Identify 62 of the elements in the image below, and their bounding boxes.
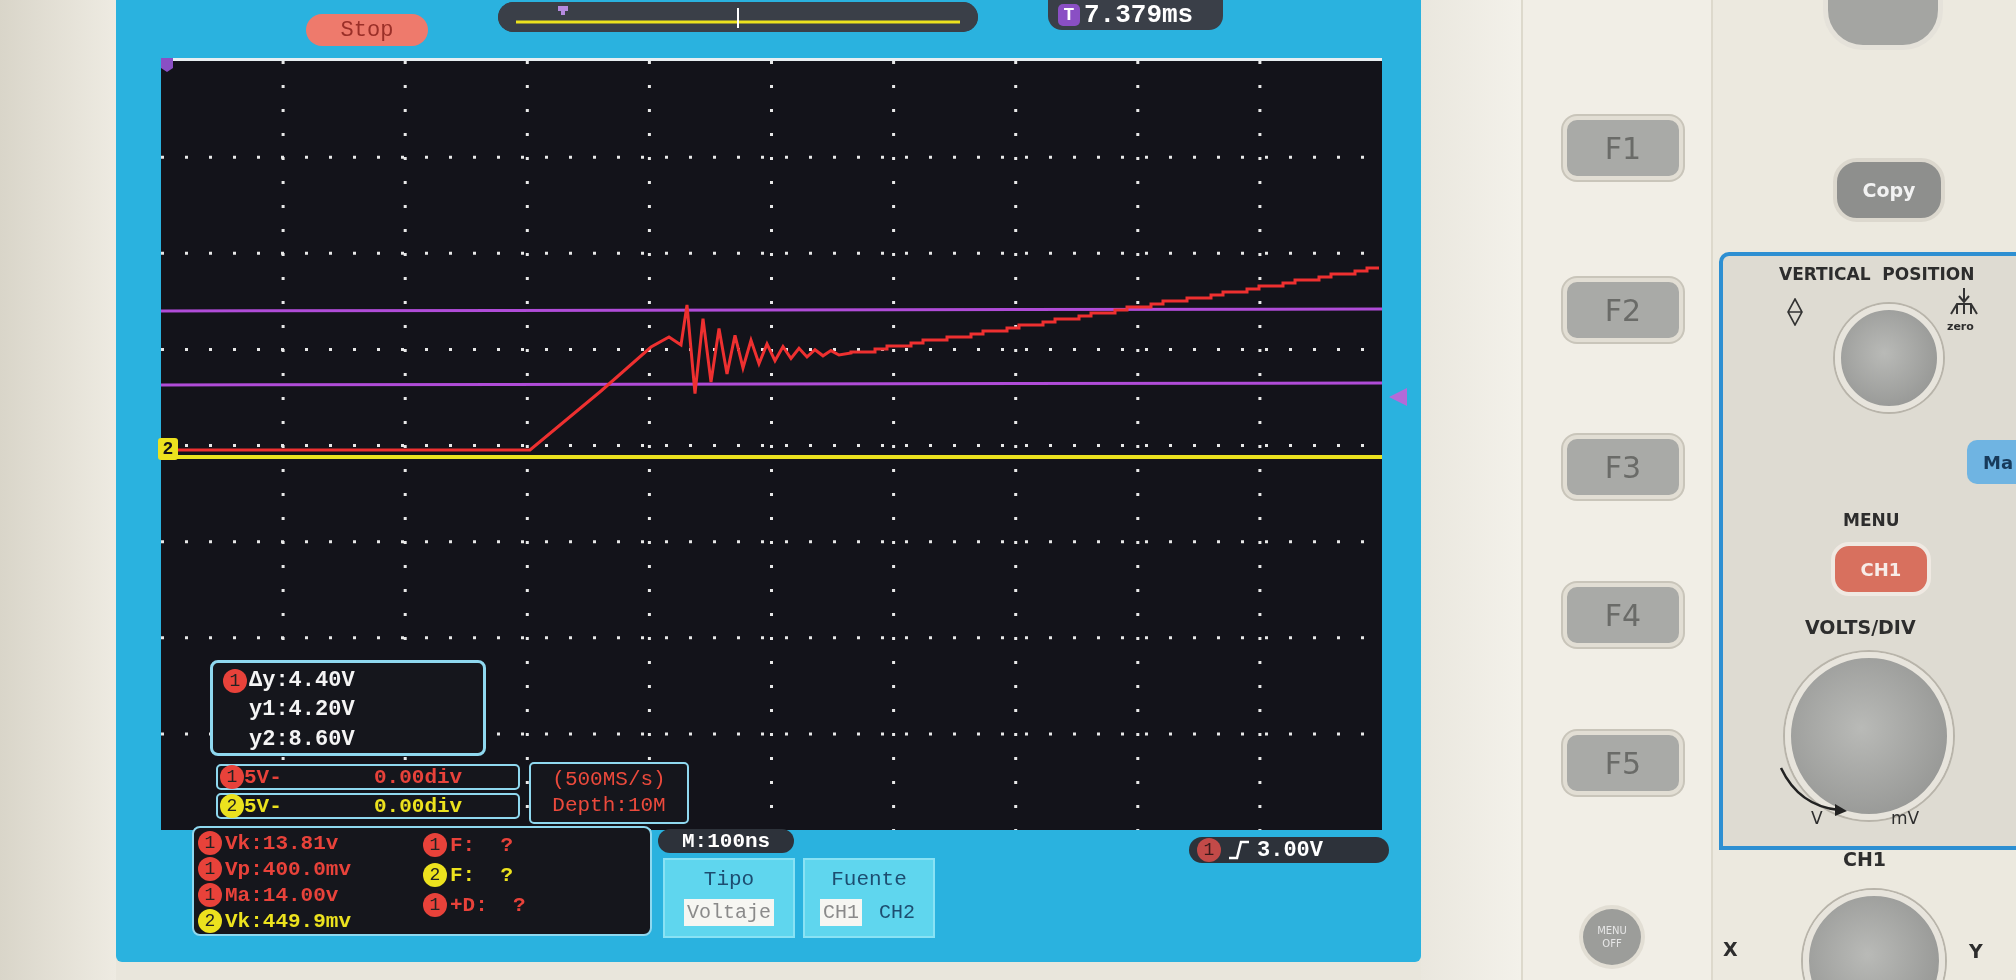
channel-badge: 1 — [1197, 838, 1221, 862]
channel-badge: 1 — [198, 831, 222, 855]
measurement-value: Vp:400.0mv — [225, 857, 352, 881]
channel-badge: 2 — [220, 794, 244, 818]
menu-tab[interactable]: Tipo Voltaje — [663, 858, 795, 938]
zero-label: zero — [1947, 320, 1974, 333]
function-key[interactable]: F4 — [1563, 583, 1683, 647]
level-marker-icon — [1389, 388, 1407, 406]
marker-icon — [161, 58, 173, 72]
menu-tab[interactable]: Fuente CH1 CH2 — [803, 858, 935, 938]
menu-title: Tipo — [703, 868, 755, 891]
up-down-icon — [1787, 298, 1803, 326]
menu-option[interactable]: CH2 — [876, 899, 918, 926]
timebase-readout: M:100ns — [658, 829, 795, 853]
volts-div-label: VOLTS/DIV — [1805, 616, 1916, 638]
rising-edge-icon — [1229, 840, 1249, 860]
channel-badge: 1 — [423, 833, 447, 857]
millivolts-label: mV — [1891, 808, 1920, 828]
measurement-value: Vk:449.9mv — [225, 909, 352, 933]
channel-label: CH1 — [1843, 848, 1887, 870]
menu-label: MENU — [1843, 510, 1900, 530]
measurement-value: Vk:13.81v — [225, 831, 339, 855]
channel-badge: 2 — [198, 909, 222, 933]
menu-option[interactable]: Voltaje — [684, 899, 774, 926]
channel-badge: 1 — [220, 765, 244, 789]
sample-rate: (500MS/s) — [552, 767, 666, 793]
channel-badge: 1 — [423, 893, 447, 917]
trigger-badge: T — [1058, 4, 1080, 26]
function-key[interactable]: F5 — [1563, 731, 1683, 795]
channel-badge: 1 — [223, 668, 247, 693]
memory-depth: Depth:10M — [552, 793, 666, 819]
channel-menu-button[interactable]: CH1 — [1831, 542, 1931, 596]
channel-badge: 2 — [423, 863, 447, 887]
copy-button[interactable]: Copy — [1833, 158, 1945, 222]
channel-badge: 1 — [198, 857, 222, 881]
volts-per-div: 5V- — [244, 765, 283, 789]
channel-offset: 0.00div — [374, 765, 463, 789]
measurement-value: +D: ? — [450, 893, 526, 917]
menu-option[interactable]: CH1 — [820, 899, 862, 926]
panel-label: VERTICAL POSITION — [1779, 264, 1975, 284]
measurement-value: F: ? — [450, 863, 513, 887]
math-button[interactable]: Ma — [1967, 440, 2016, 484]
x-label: X — [1723, 938, 1738, 960]
function-key[interactable]: F1 — [1563, 116, 1683, 180]
menu-off-button[interactable]: MENU OFF — [1579, 905, 1645, 969]
measurement-value: F: ? — [450, 833, 513, 857]
trigger-level: 3.00V — [1257, 837, 1323, 863]
channel-offset: 0.00div — [374, 794, 463, 818]
cursor-value: Δy:4.40V — [249, 668, 355, 694]
volts-per-div: 5V- — [244, 794, 283, 818]
function-key[interactable]: F2 — [1563, 278, 1683, 342]
menu-title: Fuente — [831, 868, 907, 891]
measurement-value: Ma:14.00v — [225, 883, 339, 907]
cursor-value: y2:8.60V — [249, 726, 355, 752]
channel-marker: 2 — [158, 438, 178, 460]
cursor-value: y1:4.20V — [249, 697, 355, 723]
trigger-time: 7.379ms — [1084, 0, 1194, 30]
run-state: Stop — [306, 14, 428, 46]
channel-badge: 1 — [198, 883, 222, 907]
volts-label: V — [1811, 808, 1823, 828]
function-key[interactable]: F3 — [1563, 435, 1683, 499]
y-label: Y — [1969, 940, 1983, 962]
